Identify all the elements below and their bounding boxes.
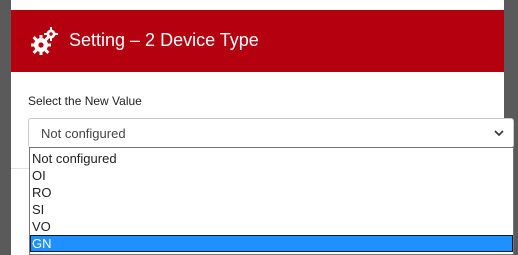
device-type-select[interactable]: Not configured (28, 118, 514, 148)
new-value-label: Select the New Value (28, 94, 142, 108)
dropdown-option[interactable]: Not configured (30, 150, 513, 167)
device-type-dropdown-list: Not configured OI RO SI VO GN (29, 147, 514, 255)
dropdown-option[interactable]: RO (30, 184, 513, 201)
dropdown-option[interactable]: OI (30, 167, 513, 184)
selected-value: Not configured (41, 126, 126, 141)
dialog-header: Setting – 2 Device Type (11, 10, 504, 72)
screen: Setting – 2 Device Type Select the New V… (0, 0, 518, 255)
modal-backdrop-left (0, 0, 11, 255)
chevron-down-icon (494, 130, 504, 137)
dropdown-option[interactable]: GN (30, 235, 513, 252)
gears-icon (31, 27, 58, 55)
dialog-title: Setting – 2 Device Type (69, 30, 259, 50)
dropdown-option[interactable]: VO (30, 218, 513, 235)
dropdown-option[interactable]: SI (30, 201, 513, 218)
